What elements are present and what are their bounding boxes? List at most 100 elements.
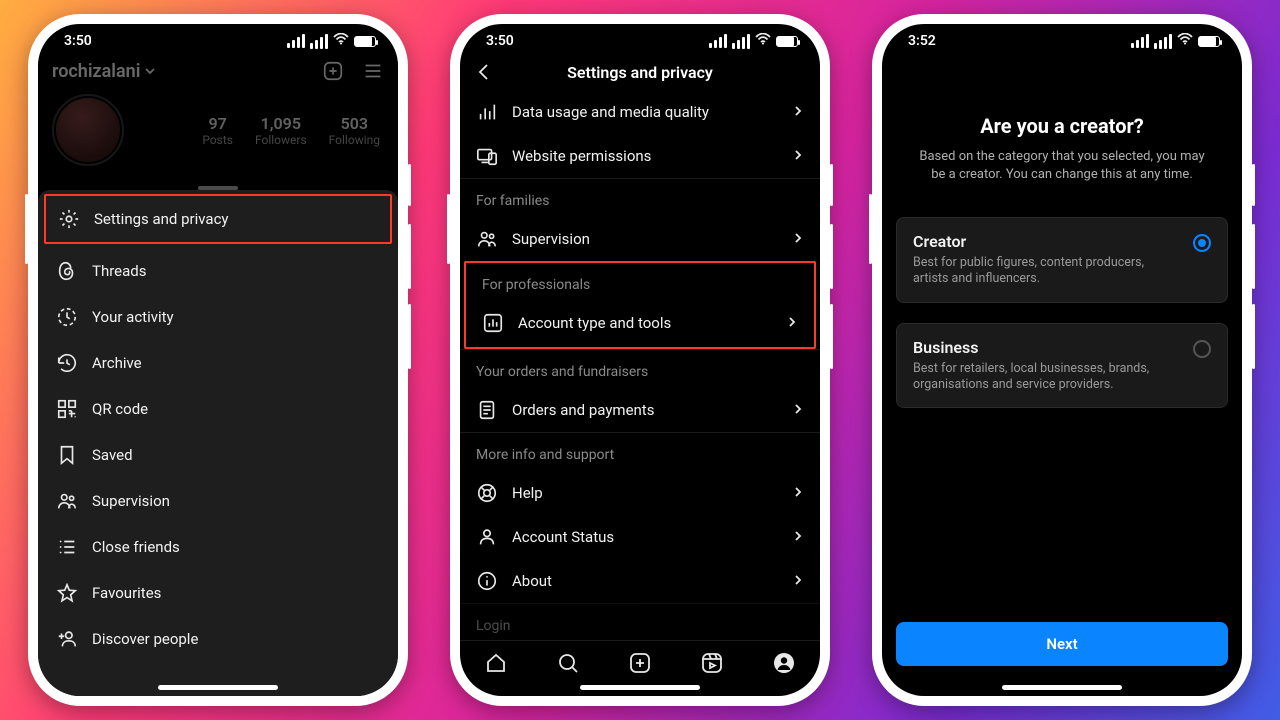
row-supervision[interactable]: Supervision bbox=[460, 217, 820, 261]
battery-icon bbox=[1198, 36, 1220, 47]
page-heading: Are you a creator? bbox=[882, 114, 1242, 138]
menu-qr[interactable]: QR code bbox=[38, 386, 398, 432]
menu-archive[interactable]: Archive bbox=[38, 340, 398, 386]
nav-home[interactable] bbox=[481, 648, 511, 678]
menu-favourites[interactable]: Favourites bbox=[38, 570, 398, 616]
menu-supervision[interactable]: Supervision bbox=[38, 478, 398, 524]
help-icon bbox=[476, 482, 498, 504]
battery-icon bbox=[354, 36, 376, 47]
home-indicator[interactable] bbox=[580, 685, 700, 690]
create-post-button[interactable] bbox=[322, 60, 344, 82]
gear-icon bbox=[58, 208, 80, 230]
devices-icon bbox=[476, 145, 498, 167]
profile-menu-sheet: Settings and privacy Threads Your activi… bbox=[38, 190, 398, 696]
nav-profile[interactable] bbox=[769, 648, 799, 678]
cellular-signal-icon bbox=[1154, 34, 1172, 49]
row-label: Help bbox=[512, 484, 543, 502]
bars-icon bbox=[476, 101, 498, 123]
saved-icon bbox=[56, 444, 78, 466]
section-professionals: For professionals bbox=[466, 263, 814, 301]
home-indicator[interactable] bbox=[1002, 685, 1122, 690]
chevron-right-icon bbox=[792, 528, 804, 546]
menu-close-friends[interactable]: Close friends bbox=[38, 524, 398, 570]
next-button[interactable]: Next bbox=[896, 622, 1228, 666]
radio-unselected-icon bbox=[1193, 340, 1211, 358]
stat-posts[interactable]: 97 Posts bbox=[202, 114, 233, 147]
back-button[interactable] bbox=[474, 62, 494, 86]
option-business[interactable]: Business Best for retailers, local busin… bbox=[896, 323, 1228, 409]
menu-activity[interactable]: Your activity bbox=[38, 294, 398, 340]
supervision-icon bbox=[476, 228, 498, 250]
next-label: Next bbox=[1046, 635, 1077, 653]
status-indicators bbox=[709, 33, 798, 49]
nav-create[interactable] bbox=[625, 648, 655, 678]
cellular-signal-icon bbox=[310, 34, 328, 49]
username-dropdown[interactable]: rochizalani bbox=[52, 61, 156, 82]
archive-icon bbox=[56, 352, 78, 374]
home-indicator[interactable] bbox=[158, 685, 278, 690]
option-title: Business bbox=[913, 338, 1179, 357]
menu-label: Threads bbox=[92, 262, 146, 280]
avatar[interactable] bbox=[52, 94, 124, 166]
row-account-type[interactable]: Account type and tools bbox=[466, 301, 814, 345]
page-subtext: Based on the category that you selected,… bbox=[912, 148, 1212, 183]
status-time: 3:52 bbox=[908, 33, 936, 49]
wifi-icon bbox=[333, 33, 349, 49]
cellular-signal-icon bbox=[732, 34, 750, 49]
menu-label: QR code bbox=[92, 400, 148, 418]
menu-label: Archive bbox=[92, 354, 142, 372]
menu-settings-privacy[interactable]: Settings and privacy bbox=[44, 194, 392, 244]
option-desc: Best for retailers, local businesses, br… bbox=[913, 361, 1179, 394]
row-data-usage[interactable]: Data usage and media quality bbox=[460, 90, 820, 134]
section-support: More info and support bbox=[460, 432, 820, 471]
row-about[interactable]: About bbox=[460, 559, 820, 603]
add-person-icon bbox=[56, 628, 78, 650]
nav-reels[interactable] bbox=[697, 648, 727, 678]
stat-following[interactable]: 503 Following bbox=[329, 114, 380, 147]
row-label: Account Status bbox=[512, 528, 614, 546]
chevron-down-icon bbox=[144, 65, 156, 77]
menu-label: Close friends bbox=[92, 538, 180, 556]
option-desc: Best for public figures, content produce… bbox=[913, 255, 1179, 288]
menu-saved[interactable]: Saved bbox=[38, 432, 398, 478]
row-label: Supervision bbox=[512, 230, 590, 248]
row-label: Orders and payments bbox=[512, 401, 654, 419]
status-indicators bbox=[287, 33, 376, 49]
chevron-right-icon bbox=[792, 147, 804, 165]
option-creator[interactable]: Creator Best for public figures, content… bbox=[896, 217, 1228, 303]
stat-followers[interactable]: 1,095 Followers bbox=[255, 114, 307, 147]
threads-icon bbox=[56, 260, 78, 282]
row-website-permissions[interactable]: Website permissions bbox=[460, 134, 820, 178]
chevron-right-icon bbox=[792, 103, 804, 121]
chart-box-icon bbox=[482, 312, 504, 334]
menu-label: Favourites bbox=[92, 584, 161, 602]
receipt-icon bbox=[476, 399, 498, 421]
wifi-icon bbox=[755, 33, 771, 49]
dual-sim-icon bbox=[287, 34, 305, 48]
dual-sim-icon bbox=[709, 34, 727, 48]
row-label: About bbox=[512, 572, 552, 590]
status-time: 3:50 bbox=[486, 33, 514, 49]
page-header: Settings and privacy bbox=[460, 54, 820, 90]
menu-threads[interactable]: Threads bbox=[38, 248, 398, 294]
row-help[interactable]: Help bbox=[460, 471, 820, 515]
chevron-right-icon bbox=[792, 572, 804, 590]
section-orders: Your orders and fundraisers bbox=[460, 349, 820, 388]
status-bar: 3:50 bbox=[38, 24, 398, 54]
nav-search[interactable] bbox=[553, 648, 583, 678]
hamburger-menu-button[interactable] bbox=[362, 60, 384, 82]
list-icon bbox=[56, 536, 78, 558]
status-time: 3:50 bbox=[64, 33, 92, 49]
chevron-right-icon bbox=[792, 401, 804, 419]
menu-discover[interactable]: Discover people bbox=[38, 616, 398, 662]
row-label: Account type and tools bbox=[518, 314, 671, 332]
menu-label: Settings and privacy bbox=[94, 210, 229, 228]
row-orders-payments[interactable]: Orders and payments bbox=[460, 388, 820, 432]
battery-icon bbox=[776, 36, 798, 47]
section-families: For families bbox=[460, 178, 820, 217]
chevron-right-icon bbox=[792, 230, 804, 248]
info-icon bbox=[476, 570, 498, 592]
row-label: Data usage and media quality bbox=[512, 103, 709, 121]
row-account-status[interactable]: Account Status bbox=[460, 515, 820, 559]
menu-label: Your activity bbox=[92, 308, 174, 326]
